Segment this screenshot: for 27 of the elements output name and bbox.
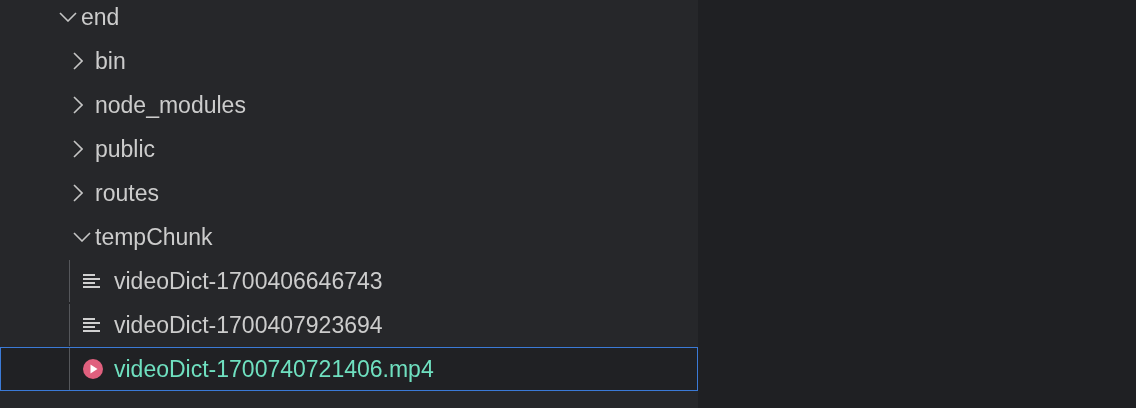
folder-row[interactable]: node_modules — [0, 83, 698, 127]
folder-row[interactable]: public — [0, 127, 698, 171]
folder-row[interactable]: routes — [0, 171, 698, 215]
folder-name: node_modules — [95, 91, 246, 119]
play-icon — [83, 359, 103, 379]
folder-row[interactable]: bin — [0, 39, 698, 83]
chevron-right-icon[interactable] — [73, 140, 83, 158]
folder-name: bin — [95, 47, 126, 75]
chevron-right-icon[interactable] — [73, 52, 83, 70]
text-lines-icon — [83, 317, 101, 333]
file-name: videoDict-1700407923694 — [114, 311, 383, 339]
folder-row[interactable]: end — [0, 0, 698, 39]
chevron-right-icon[interactable] — [73, 184, 83, 202]
folder-row[interactable]: tempChunk — [0, 215, 698, 259]
text-lines-icon — [83, 273, 101, 289]
folder-name: public — [95, 135, 156, 163]
folder-name: end — [81, 3, 120, 31]
file-row[interactable]: videoDict-1700406646743 — [0, 259, 698, 303]
chevron-right-icon[interactable] — [73, 96, 83, 114]
folder-name: tempChunk — [95, 223, 213, 251]
chevron-down-icon[interactable] — [73, 232, 91, 242]
chevron-down-icon[interactable] — [59, 12, 77, 22]
file-row[interactable]: videoDict-1700740721406.mp4 — [0, 347, 698, 391]
file-name: videoDict-1700406646743 — [114, 267, 383, 295]
file-name: videoDict-1700740721406.mp4 — [114, 355, 434, 383]
folder-name: routes — [95, 179, 159, 207]
file-row[interactable]: videoDict-1700407923694 — [0, 303, 698, 347]
